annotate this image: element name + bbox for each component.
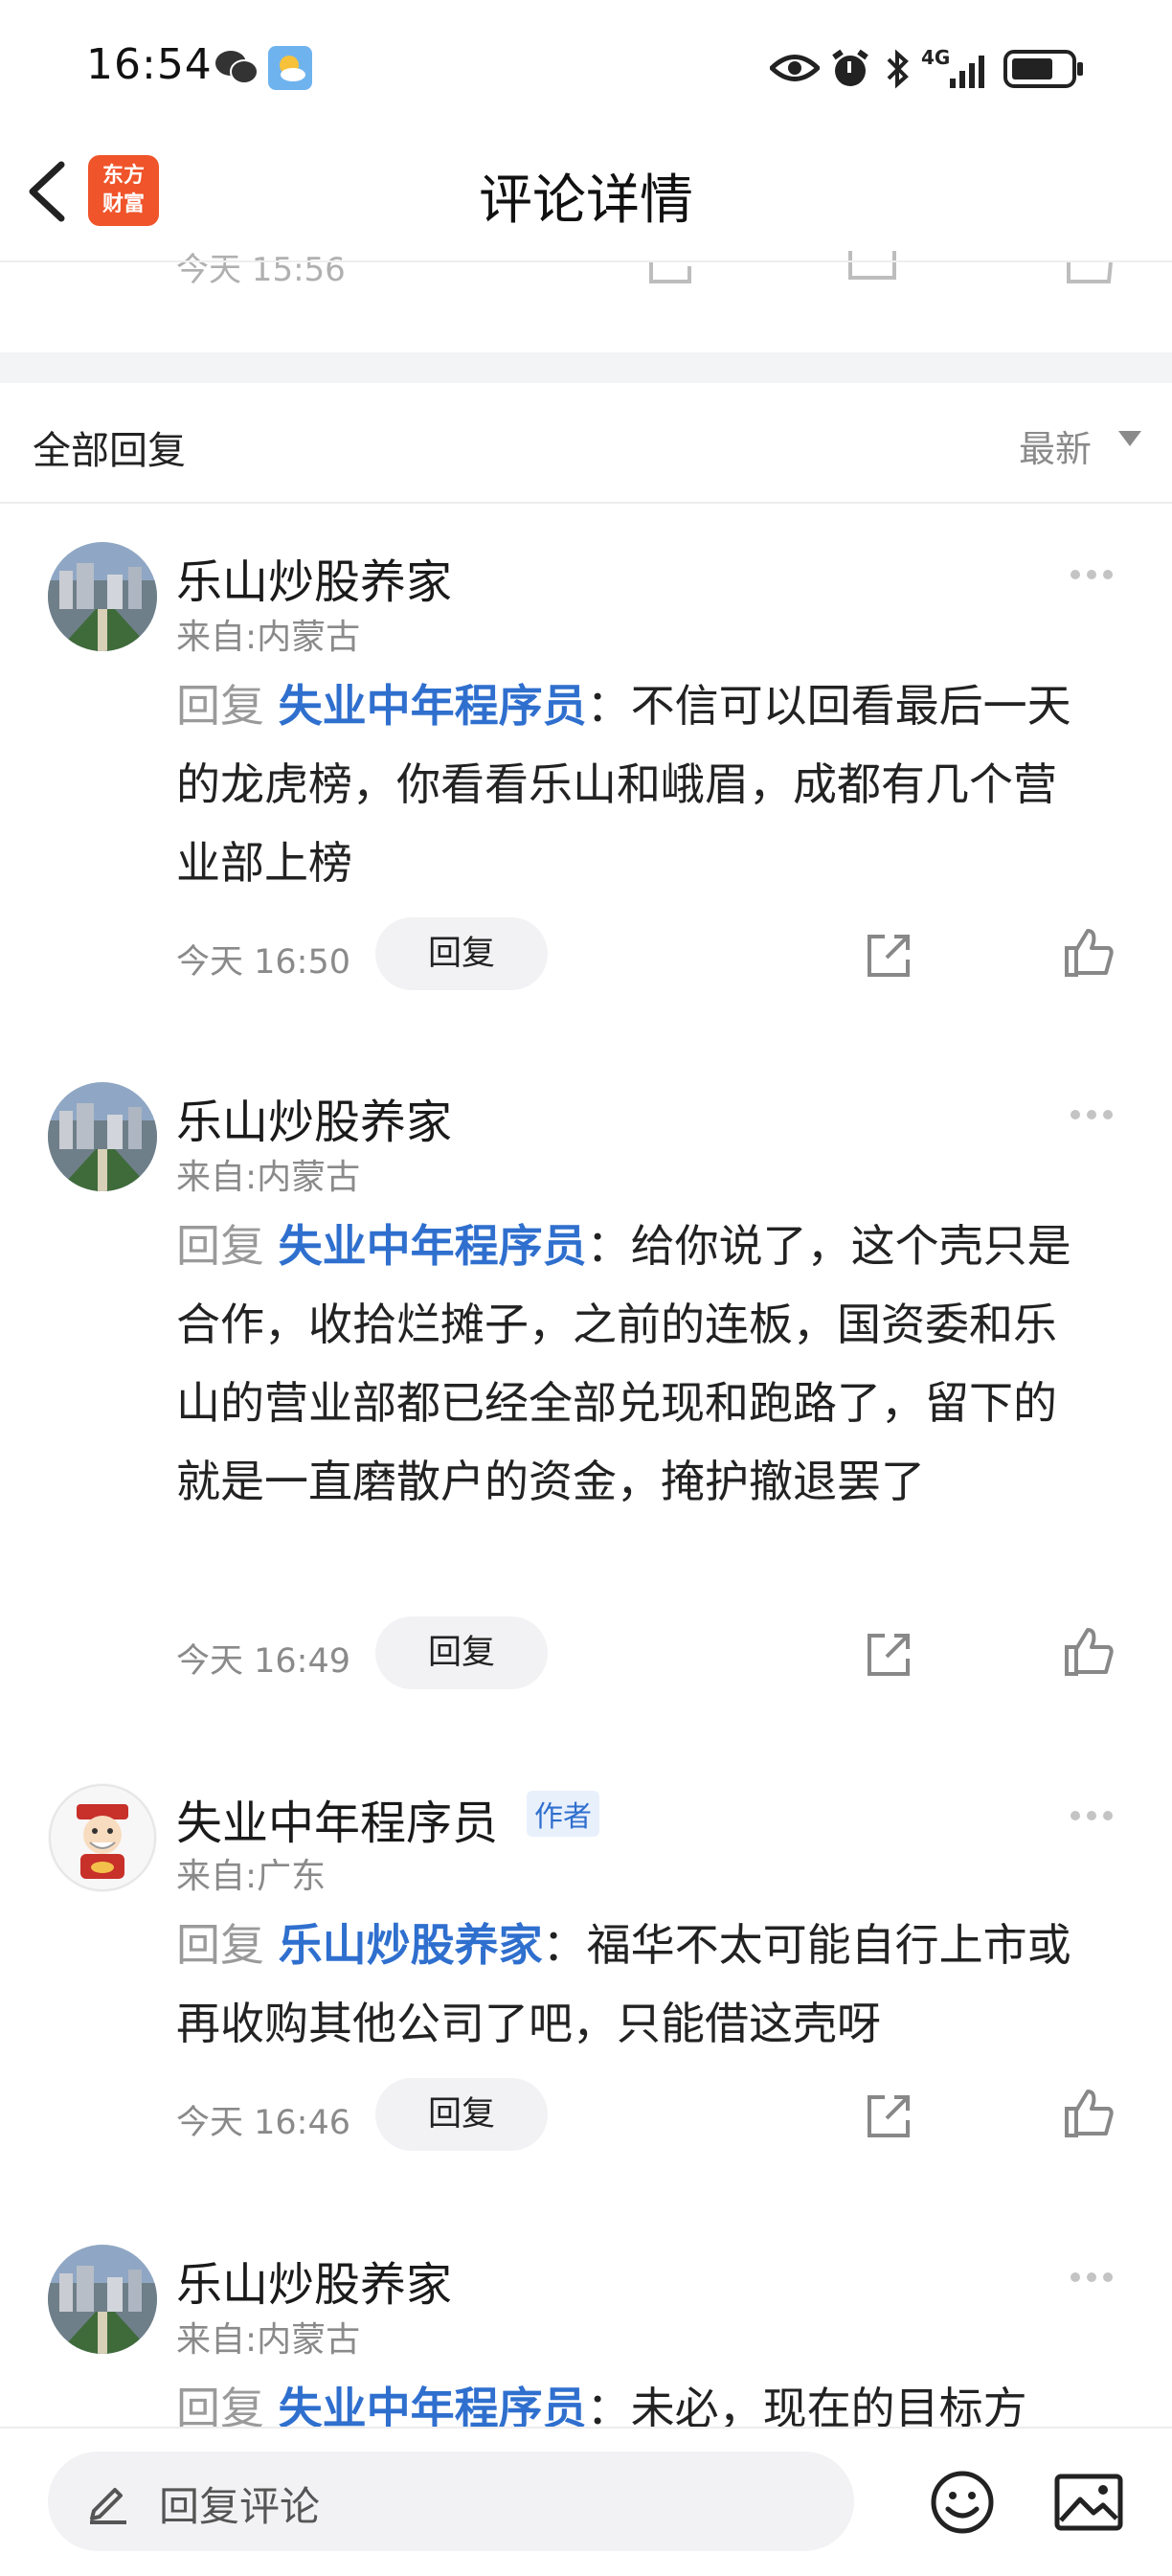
avatar[interactable] xyxy=(48,1082,157,1191)
eye-icon xyxy=(770,55,820,81)
reply-input-placeholder: 回复评论 xyxy=(159,2483,321,2530)
reply-button[interactable]: 回复 xyxy=(375,2078,548,2151)
signal-icon xyxy=(950,56,984,88)
avatar[interactable] xyxy=(48,542,157,651)
avatar[interactable] xyxy=(48,2245,157,2354)
share-icon[interactable] xyxy=(866,1630,913,1678)
location: 来自:内蒙古 xyxy=(176,2320,361,2360)
reply-prefix: 回复 xyxy=(176,1919,279,1971)
like-icon[interactable] xyxy=(1065,247,1115,285)
more-options-icon[interactable] xyxy=(1071,2268,1120,2287)
more-options-icon[interactable] xyxy=(1071,1806,1120,1825)
more-options-icon[interactable] xyxy=(1071,1105,1120,1124)
username[interactable]: 乐山炒股养家 xyxy=(176,2247,452,2314)
section-title: 全部回复 xyxy=(33,429,186,473)
mention-link[interactable]: 失业中年程序员 xyxy=(279,1220,587,1272)
dropdown-arrow-icon[interactable] xyxy=(1118,431,1141,446)
like-icon[interactable] xyxy=(1063,2088,1115,2139)
alarm-icon xyxy=(832,49,868,86)
comment-text: 回复 乐山炒股养家：福华不太可能自行上市或再收购其他公司了吧，只能借这壳呀 xyxy=(176,1906,1095,2063)
battery-icon xyxy=(1003,50,1083,88)
more-options-icon[interactable] xyxy=(1071,565,1120,584)
image-icon[interactable] xyxy=(1053,2471,1124,2534)
pencil-icon xyxy=(90,2488,126,2524)
bluetooth-icon xyxy=(887,49,909,89)
status-time: 16:54 xyxy=(86,40,213,89)
reply-button[interactable]: 回复 xyxy=(375,1616,548,1689)
username[interactable]: 失业中年程序员 xyxy=(176,1785,498,1852)
header-divider xyxy=(0,260,1172,262)
share-icon[interactable] xyxy=(866,2091,913,2139)
like-icon[interactable] xyxy=(1063,927,1115,979)
section-divider xyxy=(0,502,1172,504)
previous-comment-time: 今天 15:56 xyxy=(176,251,346,289)
comment-text: 回复 失业中年程序员：不信可以回看最后一天的龙虎榜，你看看乐山和峨眉，成都有几个… xyxy=(176,667,1095,902)
username[interactable]: 乐山炒股养家 xyxy=(176,544,452,611)
emoji-icon[interactable] xyxy=(929,2469,996,2536)
reply-prefix: 回复 xyxy=(176,1220,279,1272)
comment-time: 今天 16:49 xyxy=(176,1642,350,1681)
wechat-icon xyxy=(215,51,259,84)
mention-link[interactable]: 乐山炒股养家 xyxy=(279,1919,543,1971)
section-spacer xyxy=(0,352,1172,383)
location: 来自:广东 xyxy=(176,1857,327,1896)
mention-link[interactable]: 失业中年程序员 xyxy=(279,680,587,732)
username[interactable]: 乐山炒股养家 xyxy=(176,1084,452,1151)
avatar[interactable] xyxy=(48,1783,157,1892)
author-badge: 作者 xyxy=(527,1791,599,1837)
share-icon[interactable] xyxy=(647,247,695,285)
comment-icon[interactable] xyxy=(846,247,898,285)
weather-icon xyxy=(268,46,312,90)
comment-time: 今天 16:46 xyxy=(176,2104,350,2142)
like-icon[interactable] xyxy=(1063,1626,1115,1678)
page-title: 评论详情 xyxy=(479,169,693,232)
comment-text: 回复 失业中年程序员：给你说了，这个壳只是合作，收拾烂摊子，之前的连板，国资委和… xyxy=(176,1207,1095,1521)
share-icon[interactable] xyxy=(866,931,913,979)
comment-time: 今天 16:50 xyxy=(176,943,350,982)
location: 来自:内蒙古 xyxy=(176,618,361,657)
location: 来自:内蒙古 xyxy=(176,1158,361,1197)
reply-button[interactable]: 回复 xyxy=(375,917,548,990)
sort-dropdown[interactable]: 最新 xyxy=(1019,419,1092,472)
reply-prefix: 回复 xyxy=(176,680,279,732)
